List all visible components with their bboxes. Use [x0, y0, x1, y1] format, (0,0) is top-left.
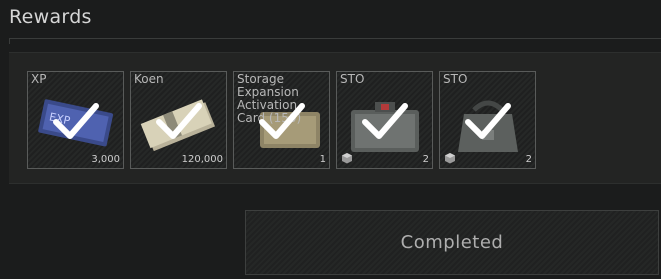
- reward-card-xp[interactable]: XP EXP 3,000: [27, 71, 124, 169]
- reward-quantity: 2: [422, 154, 429, 165]
- section-title: Rewards: [9, 6, 92, 28]
- reward-card-koen[interactable]: Koen 120,000: [130, 71, 227, 169]
- title-divider: [9, 38, 661, 44]
- checkmark-icon: [259, 103, 305, 139]
- checkmark-icon: [156, 103, 202, 139]
- reward-list: XP EXP 3,000 Koen 120,000 Storage Expans…: [27, 71, 536, 169]
- reward-label: STO: [340, 72, 365, 86]
- reward-quantity: 2: [525, 154, 532, 165]
- reward-card-sto-case[interactable]: STO 2: [336, 71, 433, 169]
- reward-card-storage-expansion[interactable]: Storage Expansion Activation Card (150) …: [233, 71, 330, 169]
- container-icon: [342, 153, 352, 164]
- reward-label: XP: [31, 72, 47, 86]
- container-icon: [445, 153, 455, 164]
- reward-label: STO: [443, 72, 468, 86]
- completed-button[interactable]: Completed: [245, 210, 659, 275]
- completed-label: Completed: [400, 232, 504, 253]
- checkmark-icon: [53, 103, 99, 139]
- reward-quantity: 3,000: [91, 154, 120, 165]
- reward-label: Koen: [134, 72, 164, 86]
- reward-quantity: 120,000: [181, 154, 223, 165]
- checkmark-icon: [362, 103, 408, 139]
- reward-card-sto-bag[interactable]: STO 2: [439, 71, 536, 169]
- checkmark-icon: [465, 103, 511, 139]
- reward-quantity: 1: [319, 154, 326, 165]
